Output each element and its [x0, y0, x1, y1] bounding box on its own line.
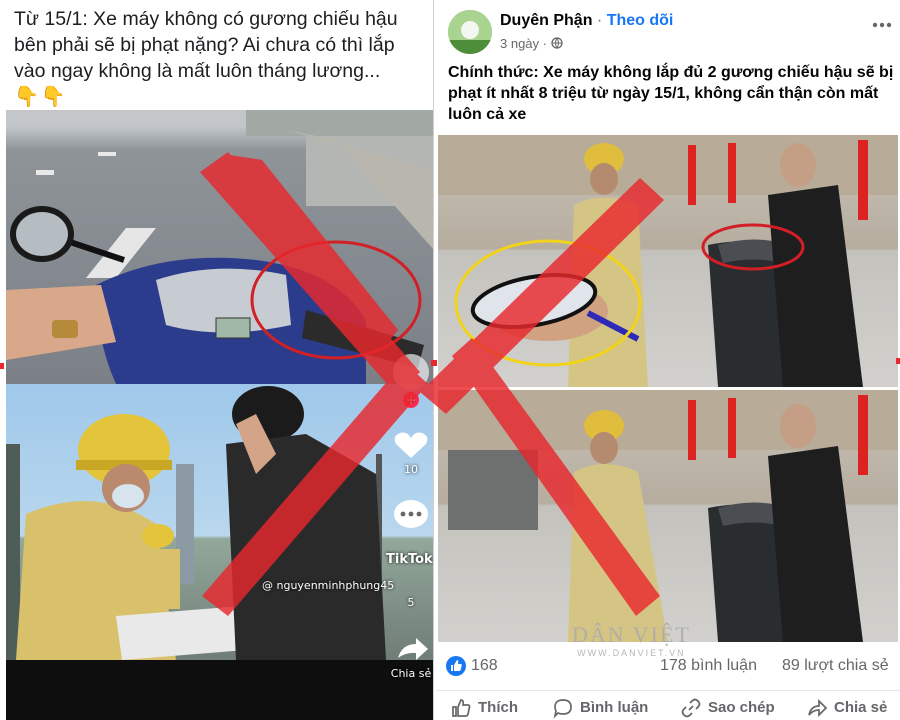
follow-button[interactable]: Theo dõi	[607, 12, 674, 29]
like-reaction-icon[interactable]	[446, 656, 466, 676]
post-header: Duyên Phận · Theo dõi 3 ngày ·	[436, 0, 900, 60]
seam-marker-right	[896, 358, 900, 364]
post-action-bar: Thích Bình luận Sao chép Chia sẻ	[436, 690, 900, 720]
tiktok-username: @ nguyenminhphung45	[262, 579, 394, 592]
like-count[interactable]: 168	[471, 657, 498, 675]
comment-button[interactable]: Bình luận	[552, 697, 672, 719]
video-bottom-bar	[6, 660, 433, 720]
globe-icon	[550, 37, 563, 49]
share-button[interactable]: Chia sẻ	[806, 697, 898, 719]
seam-marker-left	[0, 363, 4, 369]
motorbike-handlebar-photo	[6, 110, 433, 384]
heart-icon	[394, 432, 428, 458]
post-photo-top[interactable]	[438, 135, 898, 387]
comment-icon	[553, 699, 572, 719]
author-row: Duyên Phận · Theo dõi	[500, 12, 673, 30]
more-horizontal-icon	[872, 22, 892, 28]
author-separator: ·	[596, 12, 603, 29]
thumbs-up-icon	[452, 699, 471, 717]
author-name[interactable]: Duyên Phận	[500, 12, 592, 29]
comment-count[interactable]: 178 bình luận	[660, 657, 757, 675]
post-photo-bottom[interactable]	[438, 390, 898, 642]
like-button[interactable]: Thích	[450, 697, 550, 719]
pointing-down-emoji: 👇👇	[14, 86, 68, 108]
left-post-caption: Từ 15/1: Xe máy không có gương chiếu hậu…	[14, 6, 424, 110]
tiktok-username-tail: 5	[387, 579, 395, 592]
tiktok-action-rail: + 10 5 Chia sẻ	[388, 350, 433, 690]
left-post-screenshot: Từ 15/1: Xe máy không có gương chiếu hậu…	[0, 0, 434, 720]
share-icon	[808, 698, 828, 718]
more-options-button[interactable]	[872, 12, 892, 33]
watermark-brand: DÂN VIỆT	[572, 622, 691, 647]
comment-bubble-icon	[394, 500, 428, 528]
tiktok-username-main: @ nguyenminhphung4	[262, 579, 388, 592]
post-time-row: 3 ngày ·	[500, 36, 563, 51]
svg-text:+: +	[406, 393, 416, 407]
tiktok-share-button[interactable]: Chia sẻ	[388, 636, 433, 680]
tiktok-like-count: 10	[404, 463, 418, 476]
author-avatar[interactable]	[448, 10, 492, 54]
post-time[interactable]: 3 ngày	[500, 36, 539, 51]
copy-label: Sao chép	[708, 699, 775, 716]
tiktok-comment-button[interactable]	[388, 498, 433, 535]
reaction-summary: 168 178 bình luận 89 lượt chia sẻ	[436, 648, 900, 684]
share-label: Chia sẻ	[834, 699, 888, 716]
share-arrow-icon	[398, 638, 428, 660]
caption-text: Từ 15/1: Xe máy không có gương chiếu hậu…	[14, 8, 398, 82]
copy-icon	[681, 698, 701, 718]
time-separator: ·	[542, 36, 548, 51]
tiktok-follow-button[interactable]: +	[388, 350, 433, 413]
like-label: Thích	[478, 699, 518, 716]
share-count[interactable]: 89 lượt chia sẻ	[782, 657, 889, 675]
tiktok-like-button[interactable]: 10	[388, 430, 433, 476]
tiktok-share-label: Chia sẻ	[390, 667, 432, 680]
comment-label: Bình luận	[580, 699, 649, 716]
facebook-post: Duyên Phận · Theo dõi 3 ngày · Chính thứ…	[436, 0, 900, 720]
tiktok-share-count: 5	[407, 596, 415, 609]
traffic-police-photo: TikTok	[6, 384, 433, 660]
seam-marker-top	[431, 360, 437, 366]
copy-button[interactable]: Sao chép	[680, 697, 800, 719]
post-text: Chính thức: Xe máy không lắp đủ 2 gương …	[448, 64, 894, 123]
